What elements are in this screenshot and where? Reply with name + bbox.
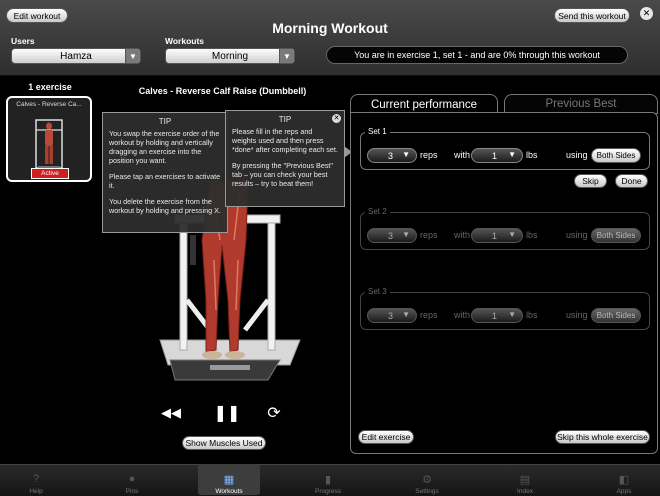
reps-select[interactable]: 3 ▼ <box>367 148 417 163</box>
reps-select[interactable]: 3 ▼ <box>367 228 417 243</box>
tab-settings[interactable]: ⚙ Settings <box>396 464 458 496</box>
reps-value: 3 <box>388 150 394 161</box>
help-icon: ? <box>32 473 40 485</box>
tip-text: By pressing the "Previous Best" tab – yo… <box>232 161 333 188</box>
tip-text: You delete the exercise from the workout… <box>109 197 221 215</box>
weight-select[interactable]: 1 ▼ <box>471 308 523 323</box>
tip-fill-reps: TIP ✕ Please fill in the reps and weight… <box>225 110 345 207</box>
tab-label: Apps <box>616 488 632 495</box>
set-label: Set 3 <box>365 287 390 296</box>
reps-select[interactable]: 3 ▼ <box>367 308 417 323</box>
chevron-down-icon: ▼ <box>508 230 516 239</box>
bar-chart-icon: ▮ <box>324 473 332 486</box>
exercise-count: 1 exercise <box>28 82 72 92</box>
chevron-down-icon: ▼ <box>508 150 516 159</box>
tip-title: TIP <box>158 117 172 126</box>
calendar-icon: ▦ <box>223 473 235 486</box>
tip-reorder: TIP You swap the exercise order of the w… <box>102 112 228 233</box>
pin-icon: ● <box>128 473 136 485</box>
chevron-down-icon: ▼ <box>508 310 516 319</box>
weight-value: 1 <box>492 230 498 241</box>
calf-raise-figure-icon <box>35 119 63 169</box>
using-label: using <box>566 310 588 320</box>
tab-help[interactable]: ? Help <box>5 464 67 495</box>
active-badge: Active <box>31 168 69 179</box>
tip-text: Please fill in the reps and weights used… <box>232 127 338 154</box>
edit-exercise-button[interactable]: Edit exercise <box>358 430 414 444</box>
users-select[interactable]: Hamza ▼ <box>11 48 141 64</box>
reps-value: 3 <box>388 310 394 321</box>
chevron-down-icon: ▼ <box>279 49 294 63</box>
reps-label: reps <box>420 230 438 240</box>
chevron-down-icon: ▼ <box>125 49 140 63</box>
workouts-select-value: Morning <box>211 50 249 62</box>
set-3-group: Set 3 3 ▼ reps with 1 ▼ lbs using Both Sid… <box>360 287 650 330</box>
chevron-down-icon: ▼ <box>402 150 410 159</box>
done-button[interactable]: Done <box>615 174 648 188</box>
skip-button[interactable]: Skip <box>574 174 607 188</box>
tab-label: Progress <box>314 488 341 495</box>
users-select-value: Hamza <box>60 50 92 62</box>
side-select[interactable]: Both Sides <box>591 228 641 243</box>
tab-label: Workouts <box>215 488 243 495</box>
send-workout-button[interactable]: Send this workout <box>554 8 630 23</box>
with-label: with <box>454 230 471 240</box>
with-label: with <box>454 150 471 160</box>
skip-whole-exercise-button[interactable]: Skip this whole exercise <box>555 430 650 444</box>
show-muscles-button[interactable]: Show Muscles Used <box>182 436 266 450</box>
workouts-label: Workouts <box>165 36 205 46</box>
rewind-icon[interactable]: ◀◀ <box>160 404 182 422</box>
using-label: using <box>566 150 588 160</box>
lbs-label: lbs <box>526 150 538 160</box>
tab-label: Pins <box>125 488 139 495</box>
tab-workouts[interactable]: ▦ Workouts <box>198 464 260 495</box>
tip-title: TIP <box>278 115 292 124</box>
chevron-down-icon: ▼ <box>402 310 410 319</box>
tab-index[interactable]: ▤ Index <box>494 464 556 496</box>
tab-current-performance[interactable]: Current performance <box>350 94 498 114</box>
reps-label: reps <box>420 150 438 160</box>
tab-label: Help <box>29 488 43 495</box>
set-2-group: Set 2 3 ▼ reps with 1 ▼ lbs using Both Sid… <box>360 207 650 250</box>
gear-icon: ⚙ <box>422 473 432 486</box>
workout-status: You are in exercise 1, set 1 - and are 0… <box>326 46 628 64</box>
tab-label: Settings <box>415 488 439 495</box>
tab-pins[interactable]: ● Pins <box>101 464 163 495</box>
pause-icon[interactable]: ❚❚ <box>214 402 241 424</box>
tip-text: You swap the exercise order of the worko… <box>109 129 220 165</box>
lbs-label: lbs <box>526 310 538 320</box>
side-select[interactable]: Both Sides <box>591 308 641 323</box>
tab-label: Index <box>517 488 533 495</box>
set-label: Set 1 <box>365 127 390 136</box>
reps-label: reps <box>420 310 438 320</box>
apps-icon: ◧ <box>618 473 630 486</box>
reps-value: 3 <box>388 230 394 241</box>
chevron-down-icon: ▼ <box>402 230 410 239</box>
close-icon[interactable]: ✕ <box>332 114 341 123</box>
side-select[interactable]: Both Sides <box>591 148 641 163</box>
thumbnail-title: Calves - Reverse Ca... <box>16 101 82 108</box>
loop-icon[interactable]: ⟳ <box>263 402 285 424</box>
with-label: with <box>454 310 471 320</box>
using-label: using <box>566 230 588 240</box>
exercise-thumbnail[interactable]: Calves - Reverse Ca... Active <box>6 96 92 182</box>
workouts-select[interactable]: Morning ▼ <box>165 48 295 64</box>
tab-apps[interactable]: ◧ Apps <box>593 464 655 496</box>
users-label: Users <box>11 36 35 46</box>
weight-value: 1 <box>492 310 498 321</box>
weight-select[interactable]: 1 ▼ <box>471 148 523 163</box>
set-1-group: Set 1 3 ▼ reps with 1 ▼ lbs using Both Sid… <box>360 127 650 170</box>
tab-previous-best[interactable]: Previous Best <box>504 94 658 114</box>
weight-select[interactable]: 1 ▼ <box>471 228 523 243</box>
close-icon[interactable]: ✕ <box>640 7 653 20</box>
exercise-title: Calves - Reverse Calf Raise (Dumbbell) <box>138 86 307 96</box>
tab-progress[interactable]: ▮ Progress <box>297 464 359 496</box>
weight-value: 1 <box>492 150 498 161</box>
tip-text: Please tap an exercises to activate it. <box>109 172 221 190</box>
index-icon: ▤ <box>519 473 531 486</box>
lbs-label: lbs <box>526 230 538 240</box>
set-label: Set 2 <box>365 207 390 216</box>
